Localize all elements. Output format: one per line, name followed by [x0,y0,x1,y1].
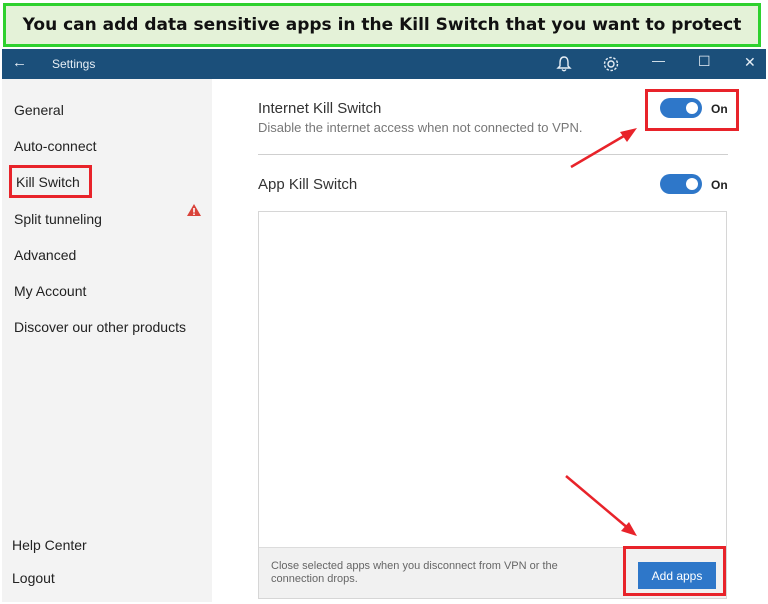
arrow-head [620,128,637,142]
annotation-arrows [565,128,637,536]
arrow-to-toggle [570,131,630,169]
arrow-to-add-apps [565,475,630,530]
